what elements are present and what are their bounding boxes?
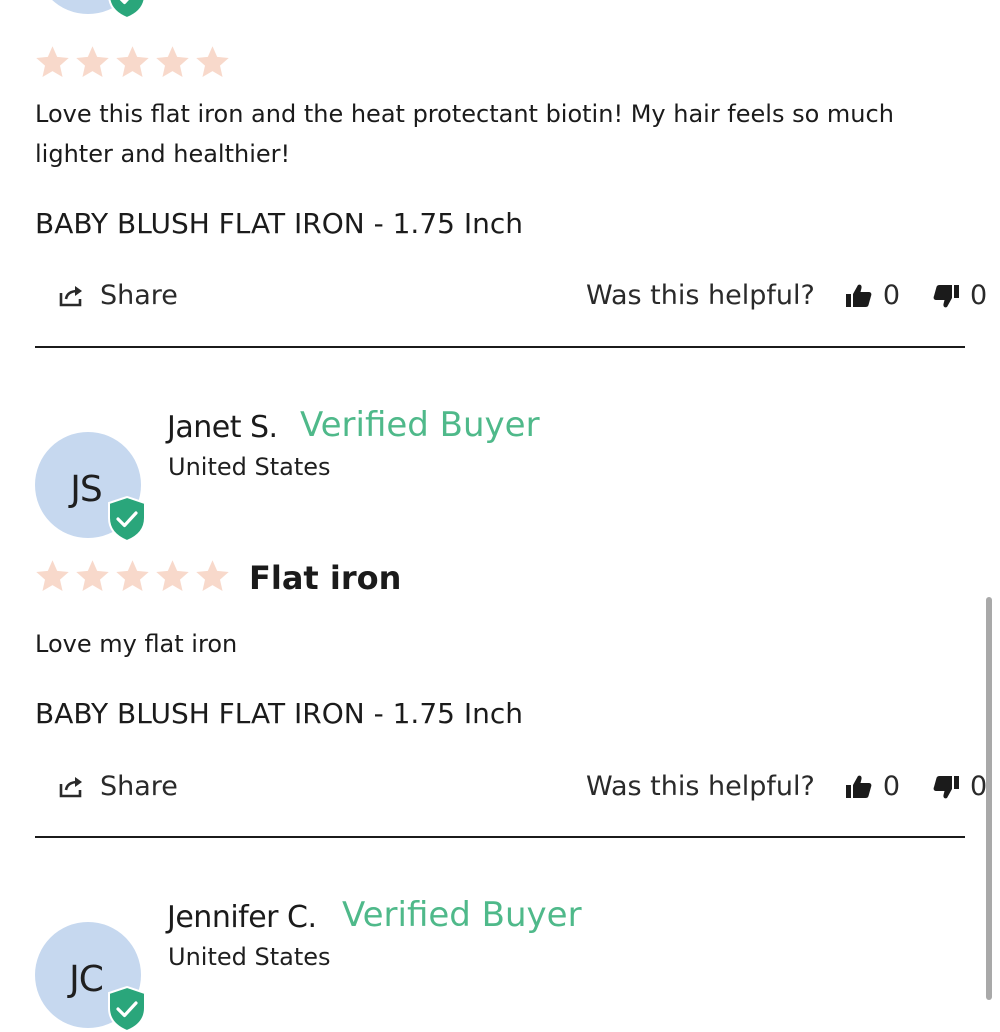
share-button[interactable]: Share <box>58 280 178 311</box>
thumbs-up-icon <box>845 283 873 309</box>
review-variant: BABY BLUSH FLAT IRON - 1.75 Inch <box>35 697 524 730</box>
helpful-section: Was this helpful? 0 0 <box>586 771 987 802</box>
thumbs-up-icon <box>845 774 873 800</box>
share-label: Share <box>100 771 178 802</box>
rating-stars <box>34 558 231 594</box>
helpful-section: Was this helpful? 0 0 <box>586 280 987 311</box>
star-icon <box>34 558 71 594</box>
helpful-no-count: 0 <box>970 771 988 802</box>
star-icon <box>154 44 191 80</box>
review-body: Love my flat iron <box>35 630 238 658</box>
reviewer-country: United States <box>168 453 331 481</box>
scrollbar-thumb[interactable] <box>986 597 992 1000</box>
review-variant: BABY BLUSH FLAT IRON - 1.75 Inch <box>35 207 524 240</box>
share-icon <box>58 284 86 308</box>
share-label: Share <box>100 280 178 311</box>
star-icon <box>74 558 111 594</box>
verified-shield-icon <box>107 0 147 19</box>
star-icon <box>194 558 231 594</box>
share-button[interactable]: Share <box>58 771 178 802</box>
helpful-yes-count: 0 <box>882 771 901 802</box>
star-icon <box>194 44 231 80</box>
reviewer-name: Janet S. <box>167 410 278 445</box>
verified-buyer-label: Verified Buyer <box>300 405 540 445</box>
reviewer-name: Jennifer C. <box>167 900 317 935</box>
star-icon <box>114 44 151 80</box>
verified-shield-icon <box>107 986 147 1032</box>
star-icon <box>114 558 151 594</box>
rating-stars <box>34 44 231 80</box>
verified-shield-icon <box>107 496 147 542</box>
star-icon <box>34 44 71 80</box>
review-divider <box>35 836 965 838</box>
review-body: Love this flat iron and the heat protect… <box>35 100 894 168</box>
star-icon <box>74 44 111 80</box>
thumbs-down-icon <box>932 283 960 309</box>
helpful-no-count: 0 <box>970 280 988 311</box>
avatar-initials: JC <box>69 958 104 1000</box>
helpful-no-button[interactable]: 0 <box>932 771 987 802</box>
helpful-yes-button[interactable]: 0 <box>845 771 900 802</box>
helpful-no-button[interactable]: 0 <box>932 280 987 311</box>
verified-buyer-label: Verified Buyer <box>342 895 582 935</box>
helpful-question: Was this helpful? <box>586 280 815 311</box>
avatar-initials: JS <box>70 468 102 510</box>
helpful-yes-count: 0 <box>882 280 901 311</box>
star-icon <box>154 558 191 594</box>
share-icon <box>58 775 86 799</box>
thumbs-down-icon <box>932 774 960 800</box>
helpful-question: Was this helpful? <box>586 771 815 802</box>
reviewer-country: United States <box>168 943 331 971</box>
helpful-yes-button[interactable]: 0 <box>845 280 900 311</box>
review-divider <box>35 346 965 348</box>
review-title: Flat iron <box>249 559 402 597</box>
